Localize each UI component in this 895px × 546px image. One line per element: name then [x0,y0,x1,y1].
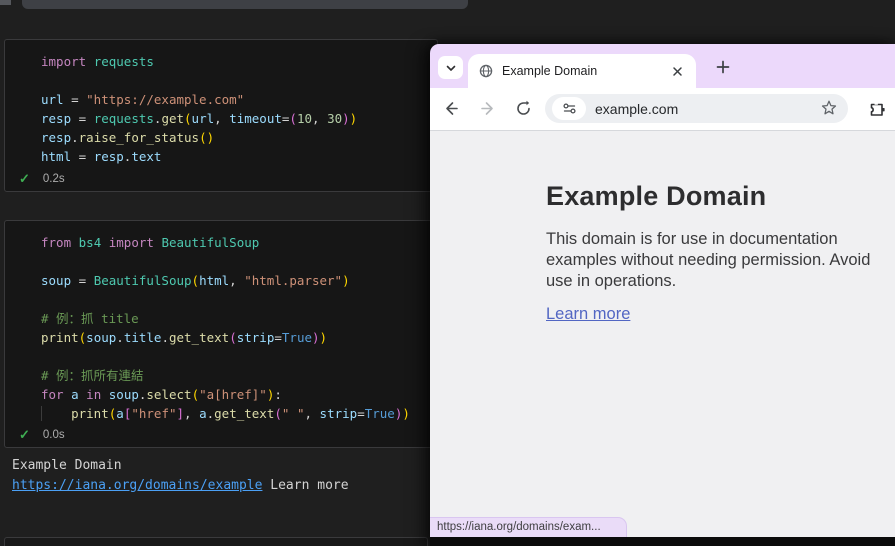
tab-strip: Example Domain [430,44,895,88]
cell-execution-status: ✓ 0.0s [19,427,65,443]
window-bottom-edge [430,537,895,546]
browser-tab[interactable]: Example Domain [468,54,696,88]
top-scrollbar-thumb[interactable] [22,0,468,9]
star-icon [820,99,838,117]
globe-icon [479,64,493,78]
address-bar[interactable]: example.com [545,94,848,123]
back-button[interactable] [442,100,459,117]
page-content: Example Domain This domain is for use in… [546,181,895,324]
tab-close-button[interactable] [672,66,683,77]
url-text[interactable]: example.com [595,101,678,117]
screen: import requests url = "https://example.c… [0,0,895,546]
check-icon: ✓ [19,427,30,442]
puzzle-icon [867,99,887,119]
cell-execution-status: ✓ 0.2s [19,171,65,187]
page-paragraph: This domain is for use in documentation … [546,230,871,290]
code-cell-2[interactable]: from bs4 import BeautifulSoup soup = Bea… [4,220,438,448]
tune-sliders-icon [562,102,577,115]
code-editor[interactable]: import requests url = "https://example.c… [5,40,437,166]
output-line: https://iana.org/domains/example Learn m… [12,476,349,496]
cell-output: Example Domain https://iana.org/domains/e… [12,456,349,495]
reload-button[interactable] [515,100,532,117]
bookmark-button[interactable] [820,99,838,117]
tab-title: Example Domain [502,64,598,78]
code-editor[interactable]: from bs4 import BeautifulSoup soup = Bea… [5,221,437,423]
chevron-down-icon [445,62,457,74]
browser-toolbar: example.com [430,88,895,130]
site-settings-button[interactable] [552,97,586,120]
learn-more-link[interactable]: Learn more [546,305,630,324]
execution-time: 0.0s [42,429,65,441]
output-line: Example Domain [12,458,122,473]
code-cell-1[interactable]: import requests url = "https://example.c… [4,39,438,192]
plus-icon [716,60,730,74]
output-link[interactable]: https://iana.org/domains/example [12,478,262,493]
output-link-label: Learn more [262,477,349,493]
code-cell-3-edge[interactable] [4,537,428,546]
scroll-corner [0,0,11,5]
forward-button[interactable] [480,100,497,117]
browser-viewport: Example Domain This domain is for use in… [430,131,895,537]
tab-search-button[interactable] [438,56,463,79]
new-tab-button[interactable] [712,56,734,78]
page-heading: Example Domain [546,181,767,211]
extensions-button[interactable] [867,99,887,119]
browser-window: Example Domain example.com Example Domai… [430,44,895,546]
execution-time: 0.2s [42,173,65,185]
status-url-bubble: https://iana.org/domains/exam... [430,517,627,537]
check-icon: ✓ [19,171,30,186]
